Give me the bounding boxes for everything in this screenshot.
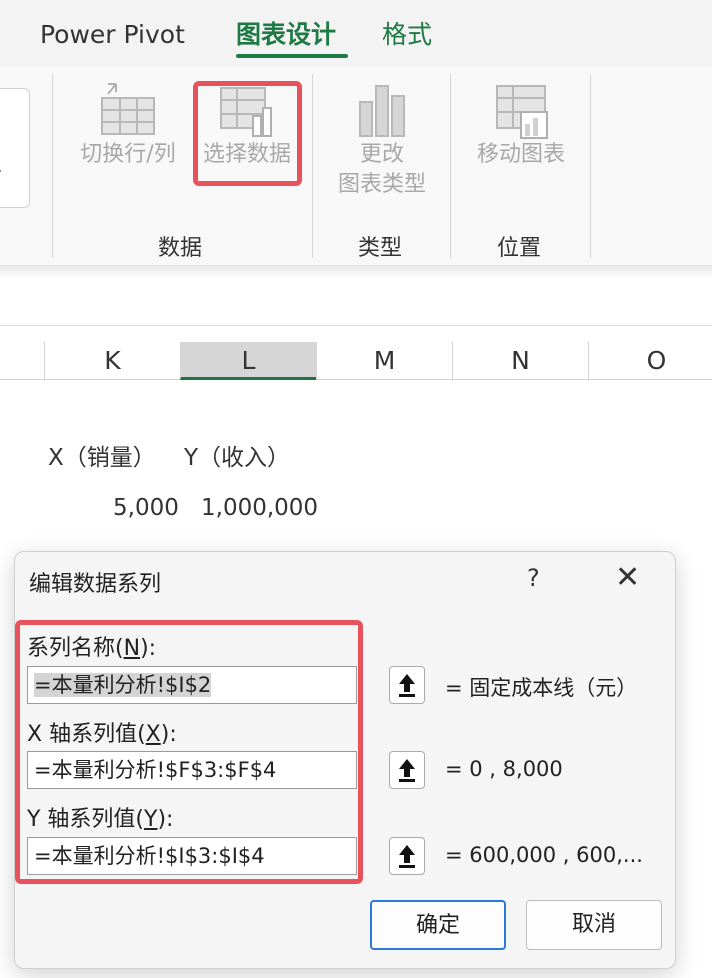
column-header-n[interactable]: N: [452, 342, 588, 380]
ribbon-divider: [450, 74, 451, 258]
ribbon-panel: ⌄ 切换行/列 选择数据 数据: [0, 66, 712, 266]
chart-styles-dropdown[interactable]: ⌄: [0, 88, 30, 208]
tab-power-pivot[interactable]: Power Pivot: [40, 18, 185, 52]
dialog-title: 编辑数据系列: [29, 572, 162, 597]
ok-button[interactable]: 确定: [370, 900, 506, 950]
formula-bar[interactable]: [0, 282, 712, 326]
group-label-location: 位置: [497, 236, 542, 261]
switch-row-column-label: 切换行/列: [80, 142, 176, 167]
column-header-k[interactable]: K: [44, 342, 180, 380]
bar-chart-icon: [359, 85, 405, 137]
chevron-down-icon: ⌄: [0, 159, 4, 178]
close-icon[interactable]: ✕: [615, 560, 640, 595]
series-name-preview: = 固定成本线（元）: [445, 676, 638, 700]
ribbon-divider: [590, 74, 591, 258]
series-name-collapse-button[interactable]: [389, 666, 425, 704]
x-values-collapse-button[interactable]: [389, 751, 425, 789]
group-label-data: 数据: [158, 236, 203, 261]
change-chart-type-label-2: 图表类型: [337, 172, 426, 197]
column-header-m[interactable]: M: [316, 342, 452, 380]
tab-format[interactable]: 格式: [382, 18, 432, 52]
cell-header-y[interactable]: Y（收入）: [184, 438, 290, 472]
move-chart-label: 移动图表: [476, 142, 565, 167]
column-header-o[interactable]: O: [588, 342, 712, 380]
cell-value-x[interactable]: 5,000: [113, 495, 179, 521]
move-chart-icon: [496, 85, 548, 139]
cell-header-x[interactable]: X（销量）: [48, 438, 156, 472]
tab-chart-design[interactable]: 图表设计: [236, 18, 336, 52]
ribbon-divider: [52, 74, 53, 258]
group-label-type: 类型: [358, 236, 403, 261]
ribbon-divider: [312, 74, 313, 258]
column-header-l[interactable]: L: [180, 342, 316, 380]
cancel-button[interactable]: 取消: [526, 900, 662, 950]
help-icon[interactable]: ?: [527, 564, 540, 592]
move-chart-button[interactable]: 移动图表: [468, 80, 574, 170]
ribbon-tab-bar: Power Pivot 图表设计 格式: [0, 0, 712, 66]
change-chart-type-button[interactable]: 更改 图表类型: [332, 80, 432, 200]
column-header-row: K L M N O: [0, 342, 712, 380]
fields-highlight: [15, 620, 363, 884]
switch-row-column-icon: [101, 83, 155, 135]
x-values-preview: = 0 , 8,000: [445, 757, 563, 781]
change-chart-type-label-1: 更改: [359, 142, 404, 167]
edit-series-dialog: 编辑数据系列 ? ✕ 系列名称(N): =本量利分析!$I$2 = 固定成本线（…: [14, 551, 676, 969]
arrow-up-icon: [399, 759, 415, 782]
arrow-up-icon: [399, 845, 415, 868]
ribbon-shadow: [0, 266, 712, 278]
switch-row-column-button[interactable]: 切换行/列: [72, 80, 184, 170]
y-values-collapse-button[interactable]: [389, 837, 425, 875]
arrow-up-icon: [399, 674, 415, 697]
active-tab-indicator: [236, 54, 348, 58]
y-values-preview: = 600,000 , 600,...: [445, 843, 643, 867]
select-data-highlight: [193, 81, 302, 186]
cell-value-y[interactable]: 1,000,000: [201, 495, 318, 521]
